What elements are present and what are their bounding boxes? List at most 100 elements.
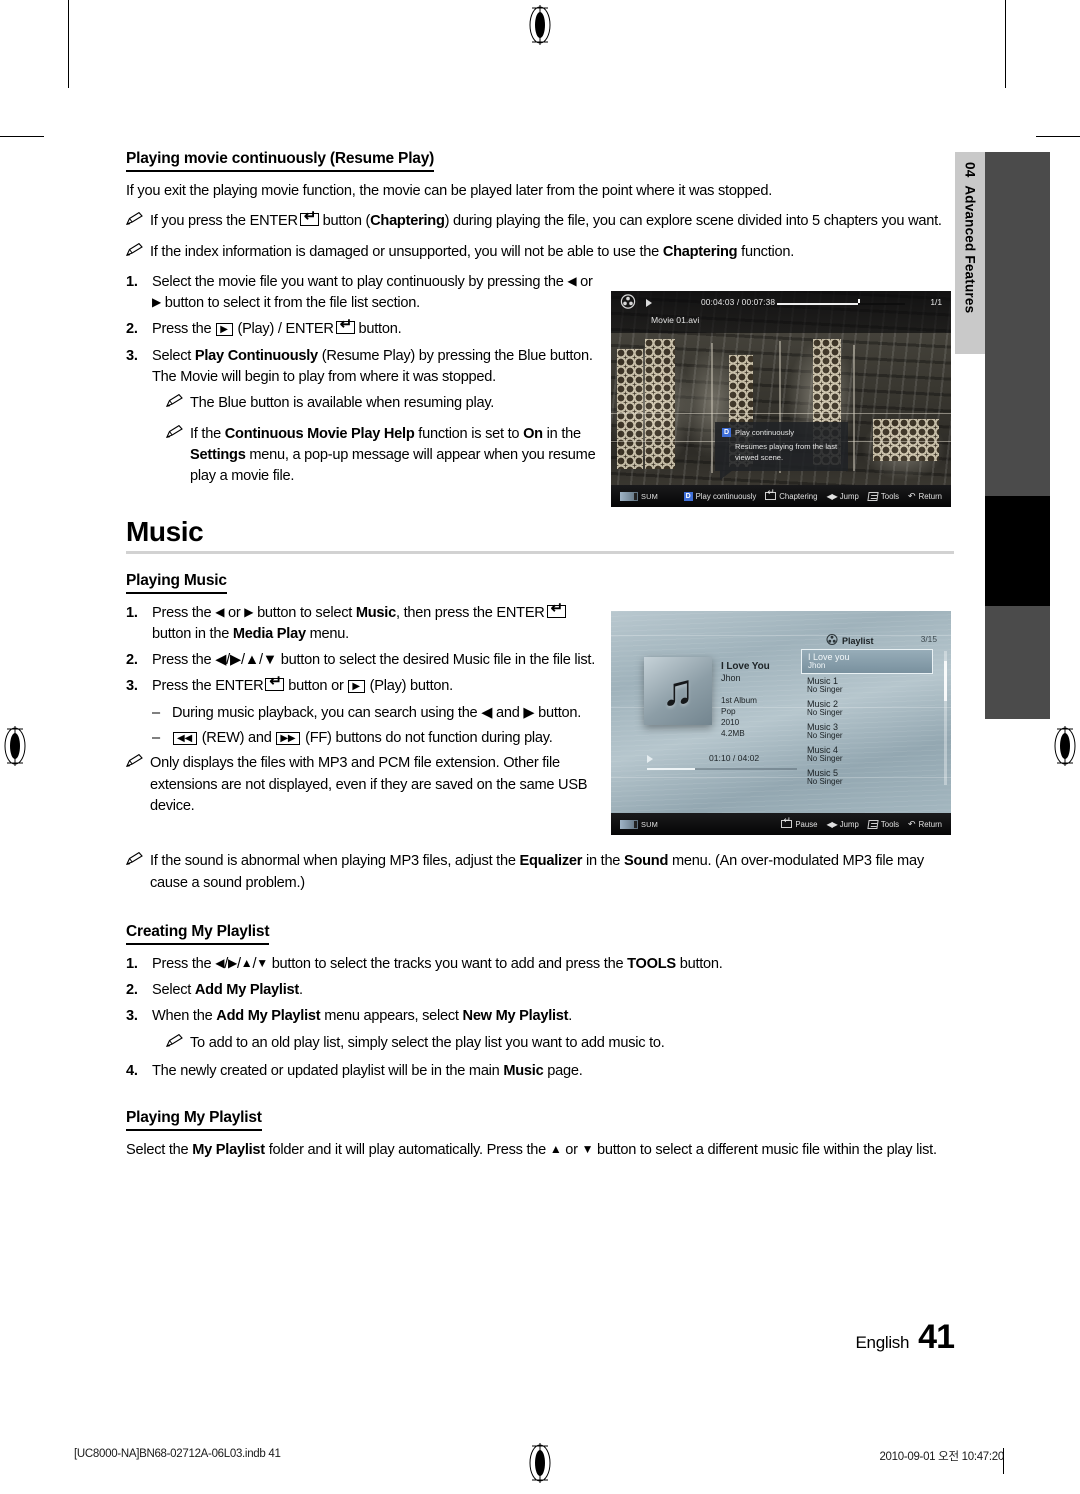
action-play-continuously[interactable]: D Play continuously	[683, 491, 757, 501]
action-label: Jump	[839, 819, 859, 829]
dash-note-rew-ff-text: ◀◀ (REW) and ▶▶ (FF) buttons do not func…	[172, 728, 553, 749]
progress-fill	[647, 768, 695, 770]
fence-rail	[611, 413, 951, 415]
registration-mark-right	[1052, 726, 1078, 766]
track-year: 2010	[721, 718, 740, 728]
list-item: 2. Select Add My Playlist.	[126, 980, 954, 1001]
step-number: 1.	[126, 273, 138, 290]
playlist-scrollbar[interactable]	[944, 651, 947, 785]
footer-divider-mark	[1003, 1448, 1004, 1474]
list-item: 1. Press the ◀ or ▶ button to select Mus…	[126, 601, 596, 646]
scrollbar-thumb[interactable]	[944, 661, 947, 701]
action-label: Return	[918, 491, 942, 501]
language-label: English	[855, 1333, 910, 1352]
playlist-item-artist: Jhon	[808, 661, 826, 670]
chapter-tab-marker	[985, 496, 1050, 606]
heading-playing-my-playlist: Playing My Playlist	[126, 1109, 262, 1132]
pencil-note-icon	[166, 1033, 183, 1054]
music-action-bar: SUM Pause ◀▶ Jump Tools ↶ Return	[611, 813, 951, 835]
left-right-arrows-icon: ◀▶	[826, 491, 837, 501]
action-label: Tools	[880, 819, 900, 829]
page-number: 41	[918, 1318, 955, 1356]
music-playback-time: 01:10 / 04:02	[709, 753, 760, 763]
note-chaptering-enter-text: If you press the ENTER button (Chapterin…	[150, 209, 942, 232]
manual-page: 04 Advanced Features Playing movie conti…	[0, 0, 1080, 1494]
note-blue-button-text: The Blue button is available when resumi…	[190, 395, 495, 412]
crop-mark-top-left	[68, 0, 69, 88]
playing-music-steps-list: 1. Press the ◀ or ▶ button to select Mus…	[126, 601, 596, 698]
left-right-arrows-icon: ◀▶	[826, 819, 837, 829]
enter-key-icon	[781, 816, 793, 828]
play-state-icon	[647, 755, 653, 763]
film-reel-icon	[620, 294, 636, 314]
action-return[interactable]: ↶ Return	[908, 491, 942, 502]
play-continuously-tooltip: D Play continuously Resumes playing from…	[715, 422, 848, 480]
music-progress-bar[interactable]	[647, 768, 797, 770]
playlist-item-artist: No Singer	[807, 685, 843, 694]
action-pause[interactable]: Pause	[781, 816, 817, 829]
track-size: 4.2MB	[721, 729, 745, 739]
heading-creating-playlist: Creating My Playlist	[126, 923, 269, 945]
rewind-key-icon: ◀◀	[173, 732, 197, 746]
action-jump[interactable]: ◀▶ Jump	[826, 492, 858, 501]
list-item[interactable]: I Love you Jhon	[801, 649, 933, 674]
note-old-playlist-text: To add to an old play list, simply selec…	[190, 1034, 665, 1051]
pencil-note-icon	[166, 393, 183, 414]
action-label: Play continuously	[695, 491, 757, 501]
list-item[interactable]: Music 2 No Singer	[801, 697, 933, 720]
progress-knob[interactable]	[857, 299, 861, 303]
playlist-list[interactable]: I Love you Jhon Music 1 No Singer Music …	[801, 649, 933, 789]
enter-key-icon	[335, 317, 355, 335]
note-blue-button: The Blue button is available when resumi…	[166, 393, 596, 414]
step-text: Press the ◀ or ▶ button to select Music,…	[152, 601, 596, 646]
note-index-damaged-text: If the index information is damaged or u…	[150, 243, 795, 260]
usb-drive-icon	[620, 491, 638, 501]
action-label: Jump	[839, 491, 859, 501]
background-stripe	[611, 635, 951, 636]
action-tools[interactable]: Tools	[867, 491, 900, 501]
music-player-screenshot: ♫ I Love You Jhon 1st Album Pop 2010 4.2…	[611, 611, 951, 835]
usb-source-chip: SUM	[620, 491, 658, 501]
dash-note-rew-ff: – ◀◀ (REW) and ▶▶ (FF) buttons do not fu…	[152, 728, 622, 749]
list-item[interactable]: Music 3 No Singer	[801, 720, 933, 743]
crop-mark-right-upper	[1036, 136, 1080, 137]
action-label: Tools	[880, 491, 900, 501]
pencil-note-icon	[126, 242, 143, 263]
action-jump[interactable]: ◀▶ Jump	[826, 820, 858, 829]
playing-my-playlist-text: Select the My Playlist folder and it wil…	[126, 1142, 937, 1159]
step-text: Select Play Continuously (Resume Play) b…	[152, 347, 593, 386]
playlist-header-label: Playlist	[842, 635, 874, 646]
dash-bullet: –	[152, 704, 160, 721]
action-chaptering[interactable]: Chaptering	[765, 488, 817, 501]
step-number: 1.	[126, 955, 138, 972]
blue-d-key-icon: D	[683, 491, 693, 501]
note-old-playlist: To add to an old play list, simply selec…	[166, 1033, 954, 1054]
playlist-item-artist: No Singer	[807, 708, 843, 717]
playlist-count: 3/15	[920, 634, 937, 644]
list-item: 3. When the Add My Playlist menu appears…	[126, 1006, 954, 1027]
step-number: 1.	[126, 604, 138, 621]
return-arrow-icon: ↶	[908, 818, 916, 829]
crop-mark-left-upper	[0, 136, 44, 137]
action-tools[interactable]: Tools	[867, 819, 900, 829]
enter-key-icon	[265, 674, 285, 692]
list-item[interactable]: Music 4 No Singer	[801, 743, 933, 766]
note-mp3-pcm-text: Only displays the files with MP3 and PCM…	[150, 755, 588, 814]
list-item: 3. Select Play Continuously (Resume Play…	[126, 346, 596, 389]
usb-source-chip: SUM	[620, 819, 659, 829]
playlist-header: Playlist	[826, 634, 874, 647]
list-item[interactable]: Music 1 No Singer	[801, 674, 933, 697]
tools-key-icon	[867, 491, 879, 501]
source-label: SUM	[641, 819, 659, 829]
note-chaptering-enter: If you press the ENTER button (Chapterin…	[126, 209, 954, 232]
action-return[interactable]: ↶ Return	[908, 819, 942, 830]
tooltip-body: Resumes playing from the last viewed sce…	[735, 442, 838, 462]
playlist-item-artist: No Singer	[807, 754, 843, 763]
step-number: 3.	[126, 678, 138, 695]
list-item[interactable]: Music 5 No Singer	[801, 766, 933, 789]
giraffe-figure	[617, 349, 643, 469]
step-text: Press the ◀/▶/▲/▼ button to select the d…	[152, 652, 596, 669]
playback-progress-bar[interactable]	[777, 299, 905, 306]
giraffe-figure	[873, 419, 939, 461]
step-number: 2.	[126, 982, 138, 999]
